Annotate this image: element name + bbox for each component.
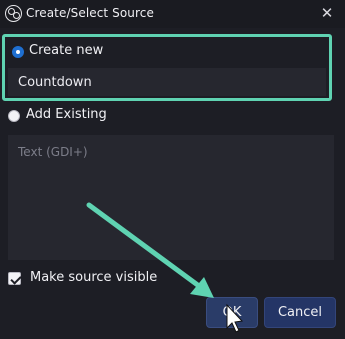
cancel-button[interactable]: Cancel	[264, 297, 336, 328]
make-visible-label[interactable]: Make source visible	[30, 270, 157, 285]
create-new-radio[interactable]	[12, 46, 24, 58]
title-bar: Create/Select Source ✕	[0, 0, 345, 28]
create-new-highlight: Create new	[2, 34, 332, 101]
create-new-label[interactable]: Create new	[29, 43, 103, 58]
obs-logo-icon	[5, 5, 22, 22]
existing-sources-list[interactable]: Text (GDI+)	[8, 135, 334, 260]
list-item: Text (GDI+)	[18, 145, 88, 159]
make-visible-checkbox[interactable]	[8, 272, 21, 285]
source-name-input[interactable]	[8, 68, 326, 96]
create-select-source-dialog: Create/Select Source ✕ Create new Add Ex…	[0, 0, 345, 339]
dialog-title: Create/Select Source	[26, 6, 154, 20]
ok-button[interactable]: OK	[206, 297, 258, 328]
add-existing-radio[interactable]	[8, 110, 20, 122]
close-icon[interactable]: ✕	[318, 4, 336, 22]
add-existing-label[interactable]: Add Existing	[26, 107, 107, 122]
